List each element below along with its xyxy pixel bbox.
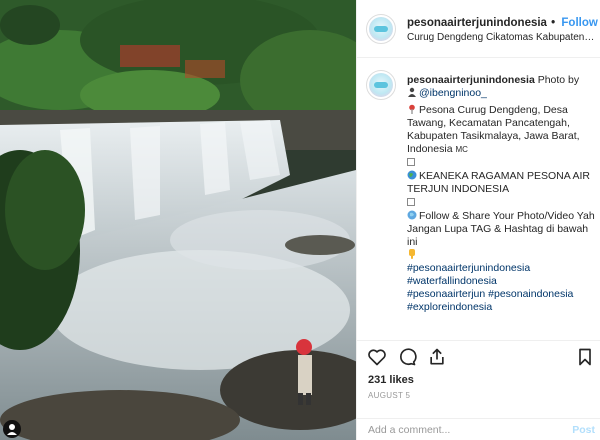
heart-icon[interactable] bbox=[367, 347, 387, 367]
brand-logo-icon bbox=[369, 17, 393, 41]
caption-text: pesonaairterjunindonesia Photo by @ibeng… bbox=[407, 74, 595, 314]
comment-input[interactable] bbox=[368, 424, 538, 436]
location-suffix: MC bbox=[455, 145, 468, 154]
post-date[interactable]: AUGUST 5 bbox=[368, 391, 410, 400]
action-bar bbox=[357, 340, 600, 370]
post-photo[interactable] bbox=[0, 0, 356, 440]
headline-paragraph: KEANEKA RAGAMAN PESONA AIR TERJUN INDONE… bbox=[407, 170, 595, 196]
pointing-down-icon bbox=[409, 249, 415, 259]
photographer-link[interactable]: @ibengninoo_ bbox=[419, 87, 487, 99]
header-username[interactable]: pesonaairterjunindonesia bbox=[407, 17, 547, 29]
share-icon[interactable] bbox=[427, 347, 447, 367]
bookmark-icon[interactable] bbox=[575, 347, 595, 367]
hashtag-link[interactable]: #pesonaairterjun #pesonaindonesia bbox=[407, 288, 595, 301]
post-header: pesonaairterjunindonesia • Follow Curug … bbox=[357, 0, 600, 58]
likes-count[interactable]: 231 likes bbox=[368, 374, 414, 386]
caption-avatar[interactable] bbox=[366, 70, 396, 100]
caption-section: pesonaairterjunindonesia Photo by @ibeng… bbox=[357, 58, 600, 340]
location-link[interactable]: Curug Dengdeng Cikatomas Kabupaten Tasik… bbox=[407, 32, 595, 43]
comment-bar: Post bbox=[357, 418, 600, 440]
comment-icon[interactable] bbox=[397, 347, 417, 367]
caption-username[interactable]: pesonaairterjunindonesia bbox=[407, 74, 535, 86]
location-paragraph: Pesona Curug Dengdeng, Desa Tawang, Keca… bbox=[407, 104, 595, 156]
globe-icon bbox=[407, 170, 417, 180]
post-sidebar: pesonaairterjunindonesia • Follow Curug … bbox=[356, 0, 600, 440]
share-paragraph: Follow & Share Your Photo/Video Yah Jang… bbox=[407, 210, 595, 249]
header-username-row: pesonaairterjunindonesia • Follow bbox=[407, 17, 598, 29]
pin-icon bbox=[409, 104, 415, 114]
headline-text: KEANEKA RAGAMAN PESONA AIR TERJUN INDONE… bbox=[407, 170, 590, 195]
hashtag-link[interactable]: #pesonaairterjunindonesia bbox=[407, 262, 595, 275]
header-separator: • bbox=[551, 17, 556, 29]
hashtag-link[interactable]: #exploreindonesia bbox=[407, 301, 595, 314]
tagged-users-icon[interactable] bbox=[3, 420, 21, 438]
share-text: Follow & Share Your Photo/Video Yah Jang… bbox=[407, 210, 595, 248]
profile-avatar[interactable] bbox=[366, 14, 396, 44]
divider-square bbox=[407, 156, 595, 170]
follow-button[interactable]: Follow bbox=[561, 17, 597, 29]
brand-logo-icon bbox=[369, 73, 393, 97]
caption-intro: Photo by bbox=[537, 74, 580, 86]
location-text: Pesona Curug Dengdeng, Desa Tawang, Keca… bbox=[407, 104, 580, 155]
divider-square bbox=[407, 196, 595, 210]
waterfall-photo bbox=[0, 0, 356, 440]
pointing-hand-row bbox=[407, 249, 595, 262]
post-button[interactable]: Post bbox=[572, 424, 595, 436]
hashtag-link[interactable]: #waterfallindonesia bbox=[407, 275, 595, 288]
photographer-row: @ibengninoo_ bbox=[407, 87, 595, 100]
person-icon bbox=[408, 87, 416, 97]
globe-icon bbox=[407, 210, 417, 220]
